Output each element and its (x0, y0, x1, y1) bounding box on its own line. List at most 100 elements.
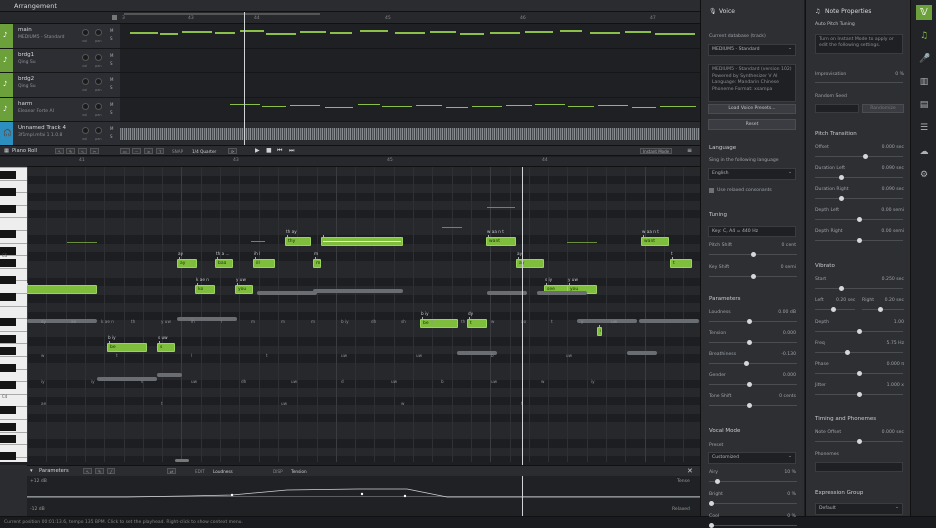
arrangement-scrollbar[interactable] (124, 13, 320, 15)
instant-mode-toggle[interactable]: Instant Mode (640, 148, 673, 154)
lane-brdg1[interactable] (120, 49, 700, 73)
expression-select[interactable]: Default ⌄ (815, 503, 903, 515)
slider-knob[interactable] (878, 307, 883, 312)
note-properties-icon[interactable]: ♫ (919, 31, 929, 41)
slider-knob[interactable] (839, 175, 844, 180)
transition-slider[interactable] (815, 238, 903, 243)
track-header[interactable]: ♪ main MEDIUM5 - Standard vol pan M S (0, 24, 120, 49)
solo-button[interactable]: S (110, 110, 113, 115)
volume-knob[interactable] (82, 53, 89, 61)
scroll-icon[interactable] (112, 15, 117, 20)
note-block[interactable]: t (467, 319, 487, 328)
arrangement-playhead[interactable] (244, 12, 245, 146)
slider-knob[interactable] (751, 274, 756, 279)
pan-knob[interactable] (95, 53, 102, 61)
track-header[interactable]: 🎧 Unnamed Track 4 3f1mpl.mfai 1 1.0.8 vol pa… (0, 122, 120, 147)
black-key[interactable] (0, 230, 16, 238)
pianoroll-ruler[interactable]: 41 43 45 44 (27, 157, 700, 167)
note-block[interactable]: s (157, 343, 175, 352)
slider-knob[interactable] (839, 286, 844, 291)
slider-knob[interactable] (831, 307, 836, 312)
vocal-mode-slider[interactable] (709, 479, 797, 484)
voice-param-slider[interactable] (709, 319, 797, 324)
slider-knob[interactable] (709, 523, 714, 528)
phonemes-field[interactable] (815, 462, 903, 472)
mute-button[interactable]: M (110, 53, 113, 58)
param-pen-button[interactable]: ✎ (95, 468, 105, 474)
slider-knob[interactable] (857, 392, 862, 397)
collapse-icon[interactable]: ▾ (30, 468, 33, 474)
pan-knob[interactable] (95, 29, 102, 36)
pen-tool-button[interactable]: ✎ (66, 148, 76, 154)
pan-knob[interactable] (95, 127, 102, 134)
slider-knob[interactable] (863, 154, 868, 159)
track-header[interactable]: ♪ harm Eleanor Forte AI vol pan M S (0, 97, 120, 122)
note-block[interactable]: be (107, 343, 147, 352)
right-slider[interactable] (862, 307, 904, 312)
slider-knob[interactable] (857, 329, 862, 334)
lane-audio[interactable] (120, 122, 700, 147)
slider-knob[interactable] (715, 479, 720, 484)
disp-select[interactable]: Tension (291, 469, 307, 474)
snap-select[interactable]: 1/4 Quarter (192, 149, 216, 154)
note-block[interactable]: be (420, 319, 458, 328)
black-key[interactable] (0, 171, 16, 179)
black-key[interactable] (0, 435, 16, 443)
black-key[interactable] (0, 347, 16, 355)
knife-tool-button[interactable]: ✂ (90, 148, 100, 154)
lane-brdg2[interactable] (120, 73, 700, 98)
pitch-shift-slider[interactable] (709, 252, 797, 257)
key-shift-slider[interactable] (709, 274, 797, 279)
volume-knob[interactable] (82, 127, 89, 134)
stop-icon[interactable]: ■ (266, 147, 272, 154)
vibrato-slider[interactable] (815, 350, 903, 355)
note-block[interactable]: so (597, 327, 602, 336)
transition-slider[interactable] (815, 175, 903, 180)
slider-knob[interactable] (857, 238, 862, 243)
note-block[interactable]: want (486, 237, 516, 246)
vibrato-slider[interactable] (815, 329, 903, 334)
solo-button[interactable]: S (110, 61, 113, 66)
slider-knob[interactable] (751, 252, 756, 257)
piano-keyboard[interactable] (0, 167, 27, 462)
arrangement-lanes[interactable] (120, 24, 700, 147)
slider-knob[interactable] (857, 371, 862, 376)
start-slider[interactable] (815, 286, 903, 291)
slider-knob[interactable] (857, 217, 862, 222)
track-name[interactable]: main (18, 27, 32, 33)
mic-icon[interactable]: 🎤 (919, 54, 930, 64)
forward-icon[interactable]: ⏭ (289, 147, 294, 155)
voice-param-slider[interactable] (709, 382, 797, 387)
slider-knob[interactable] (709, 501, 714, 506)
solo-button[interactable]: S (110, 36, 113, 41)
language-select[interactable]: English ⌄ (708, 168, 796, 180)
track-name[interactable]: Unnamed Track 4 (18, 125, 66, 131)
cursor-tool-button[interactable]: ↖ (55, 148, 65, 154)
black-key[interactable] (0, 293, 16, 301)
black-key[interactable] (0, 259, 16, 267)
voice-param-slider[interactable] (709, 361, 797, 366)
volume-knob[interactable] (82, 29, 89, 36)
pianoroll-playhead[interactable] (522, 167, 523, 467)
pitch-view-button[interactable]: ~ (132, 148, 142, 154)
note-block[interactable]: m (313, 259, 321, 268)
cloud-icon[interactable]: ☁ (919, 147, 929, 157)
note-grid[interactable]: ay ay ko k ae n baa th a ... you y uw ill ih l thy… (27, 167, 700, 462)
db-select[interactable]: MEDIUM5 - Standard ⌄ (708, 44, 796, 56)
vibrato-slider[interactable] (815, 392, 903, 397)
slider-knob[interactable] (747, 319, 752, 324)
param-swap-button[interactable]: ⇄ (167, 468, 177, 474)
black-key[interactable] (0, 335, 16, 343)
vibrato-slider[interactable] (815, 371, 903, 376)
preset-select[interactable]: Customized ⌄ (708, 452, 796, 464)
note-block[interactable]: ay (516, 259, 544, 268)
curve-tool-button[interactable]: ∿ (78, 148, 88, 154)
load-preset-button[interactable]: Load Voice Presets... (708, 104, 796, 114)
random-seed-field[interactable] (815, 104, 859, 113)
pan-knob[interactable] (95, 78, 102, 85)
track-name[interactable]: brdg2 (18, 76, 34, 82)
slider-knob[interactable] (839, 196, 844, 201)
script-icon[interactable]: ▤ (919, 100, 929, 110)
track-name[interactable]: brdg1 (18, 52, 34, 58)
solo-button[interactable]: S (110, 134, 113, 139)
